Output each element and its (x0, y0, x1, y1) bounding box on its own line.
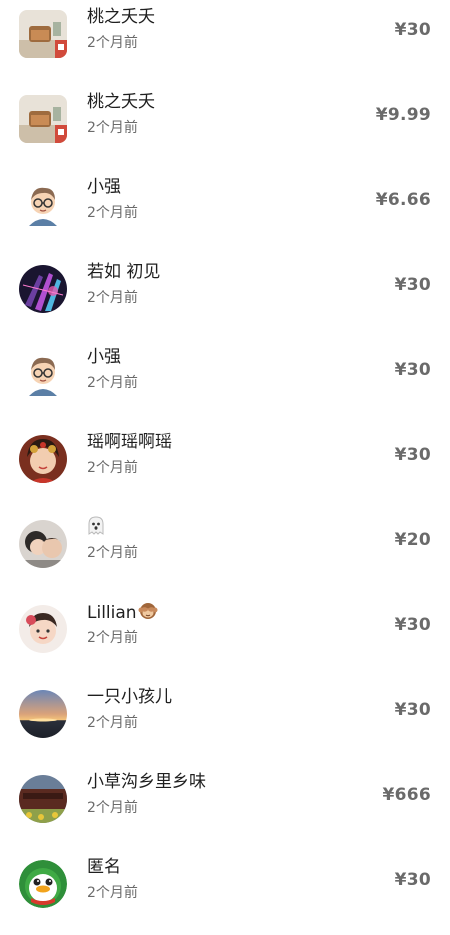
portrait-icon[interactable] (19, 435, 67, 483)
list-item-amount: ¥30 (394, 445, 431, 465)
list-item-time: 2个月前 (87, 630, 138, 646)
reward-list: 桃之夭夭 2个月前 ¥30 桃之夭夭 2个月前 ¥9.99 小强 2个月前 ¥6… (0, 0, 450, 913)
list-item-time: 2个月前 (87, 460, 138, 476)
list-item-time: 2个月前 (87, 715, 138, 731)
list-item-amount: ¥30 (394, 870, 431, 890)
list-item[interactable]: Lillian 2个月前 ¥30 (0, 595, 450, 680)
list-item-time: 2个月前 (87, 375, 138, 391)
abstract-light-icon[interactable] (19, 265, 67, 313)
list-item[interactable]: 小强 2个月前 ¥30 (0, 340, 450, 425)
list-item[interactable]: 匿名 2个月前 ¥30 (0, 850, 450, 935)
list-item[interactable]: 小强 2个月前 ¥6.66 (0, 170, 450, 255)
list-item-name-text: Lillian (87, 603, 137, 623)
list-item-amount: ¥30 (394, 700, 431, 720)
list-item-name: 小强 (87, 347, 121, 367)
list-item-time: 2个月前 (87, 290, 138, 306)
list-item-amount: ¥30 (394, 615, 431, 635)
child-photo-icon[interactable] (19, 605, 67, 653)
list-item-name: 若如 初见 (87, 262, 161, 282)
list-item-amount: ¥666 (382, 785, 431, 805)
list-item-amount: ¥20 (394, 530, 431, 550)
list-item-name: 桃之夭夭 (87, 92, 155, 112)
list-item-name: 小草沟乡里乡味 (87, 772, 206, 792)
list-item-time: 2个月前 (87, 800, 138, 816)
list-item-name: 瑶啊瑶啊瑶 (87, 432, 172, 452)
list-item-name: 桃之夭夭 (87, 7, 155, 27)
list-item[interactable]: 小草沟乡里乡味 2个月前 ¥666 (0, 765, 450, 850)
list-item[interactable]: 桃之夭夭 2个月前 ¥9.99 (0, 85, 450, 170)
list-item-time: 2个月前 (87, 120, 138, 136)
list-item[interactable]: 桃之夭夭 2个月前 ¥30 (0, 0, 450, 85)
list-item-time: 2个月前 (87, 545, 138, 561)
sunset-icon[interactable] (19, 690, 67, 738)
list-item-amount: ¥30 (394, 20, 431, 40)
list-item-amount: ¥9.99 (375, 105, 431, 125)
list-item-name (87, 516, 105, 539)
list-item-time: 2个月前 (87, 35, 138, 51)
list-item-time: 2个月前 (87, 885, 138, 901)
list-item-name: 小强 (87, 177, 121, 197)
list-item-amount: ¥6.66 (375, 190, 431, 210)
list-item-name: 一只小孩儿 (87, 687, 172, 707)
cartoon-man-icon[interactable] (19, 180, 67, 228)
list-item-time: 2个月前 (87, 205, 138, 221)
list-item[interactable]: 若如 初见 2个月前 ¥30 (0, 255, 450, 340)
cartoon-man-icon[interactable] (19, 350, 67, 398)
list-item[interactable]: 瑶啊瑶啊瑶 2个月前 ¥30 (0, 425, 450, 510)
list-item-amount: ¥30 (394, 360, 431, 380)
list-item[interactable]: 一只小孩儿 2个月前 ¥30 (0, 680, 450, 765)
room-icon[interactable] (19, 10, 67, 58)
qq-penguin-icon[interactable] (19, 860, 67, 908)
see-no-evil-monkey-icon (138, 603, 158, 619)
room-icon[interactable] (19, 95, 67, 143)
shop-front-icon[interactable] (19, 775, 67, 823)
list-item-name: Lillian (87, 601, 158, 624)
kids-photo-icon[interactable] (19, 520, 67, 568)
list-item-name: 匿名 (87, 857, 121, 877)
ghost-icon (88, 516, 104, 535)
list-item[interactable]: 2个月前 ¥20 (0, 510, 450, 595)
list-item-amount: ¥30 (394, 275, 431, 295)
